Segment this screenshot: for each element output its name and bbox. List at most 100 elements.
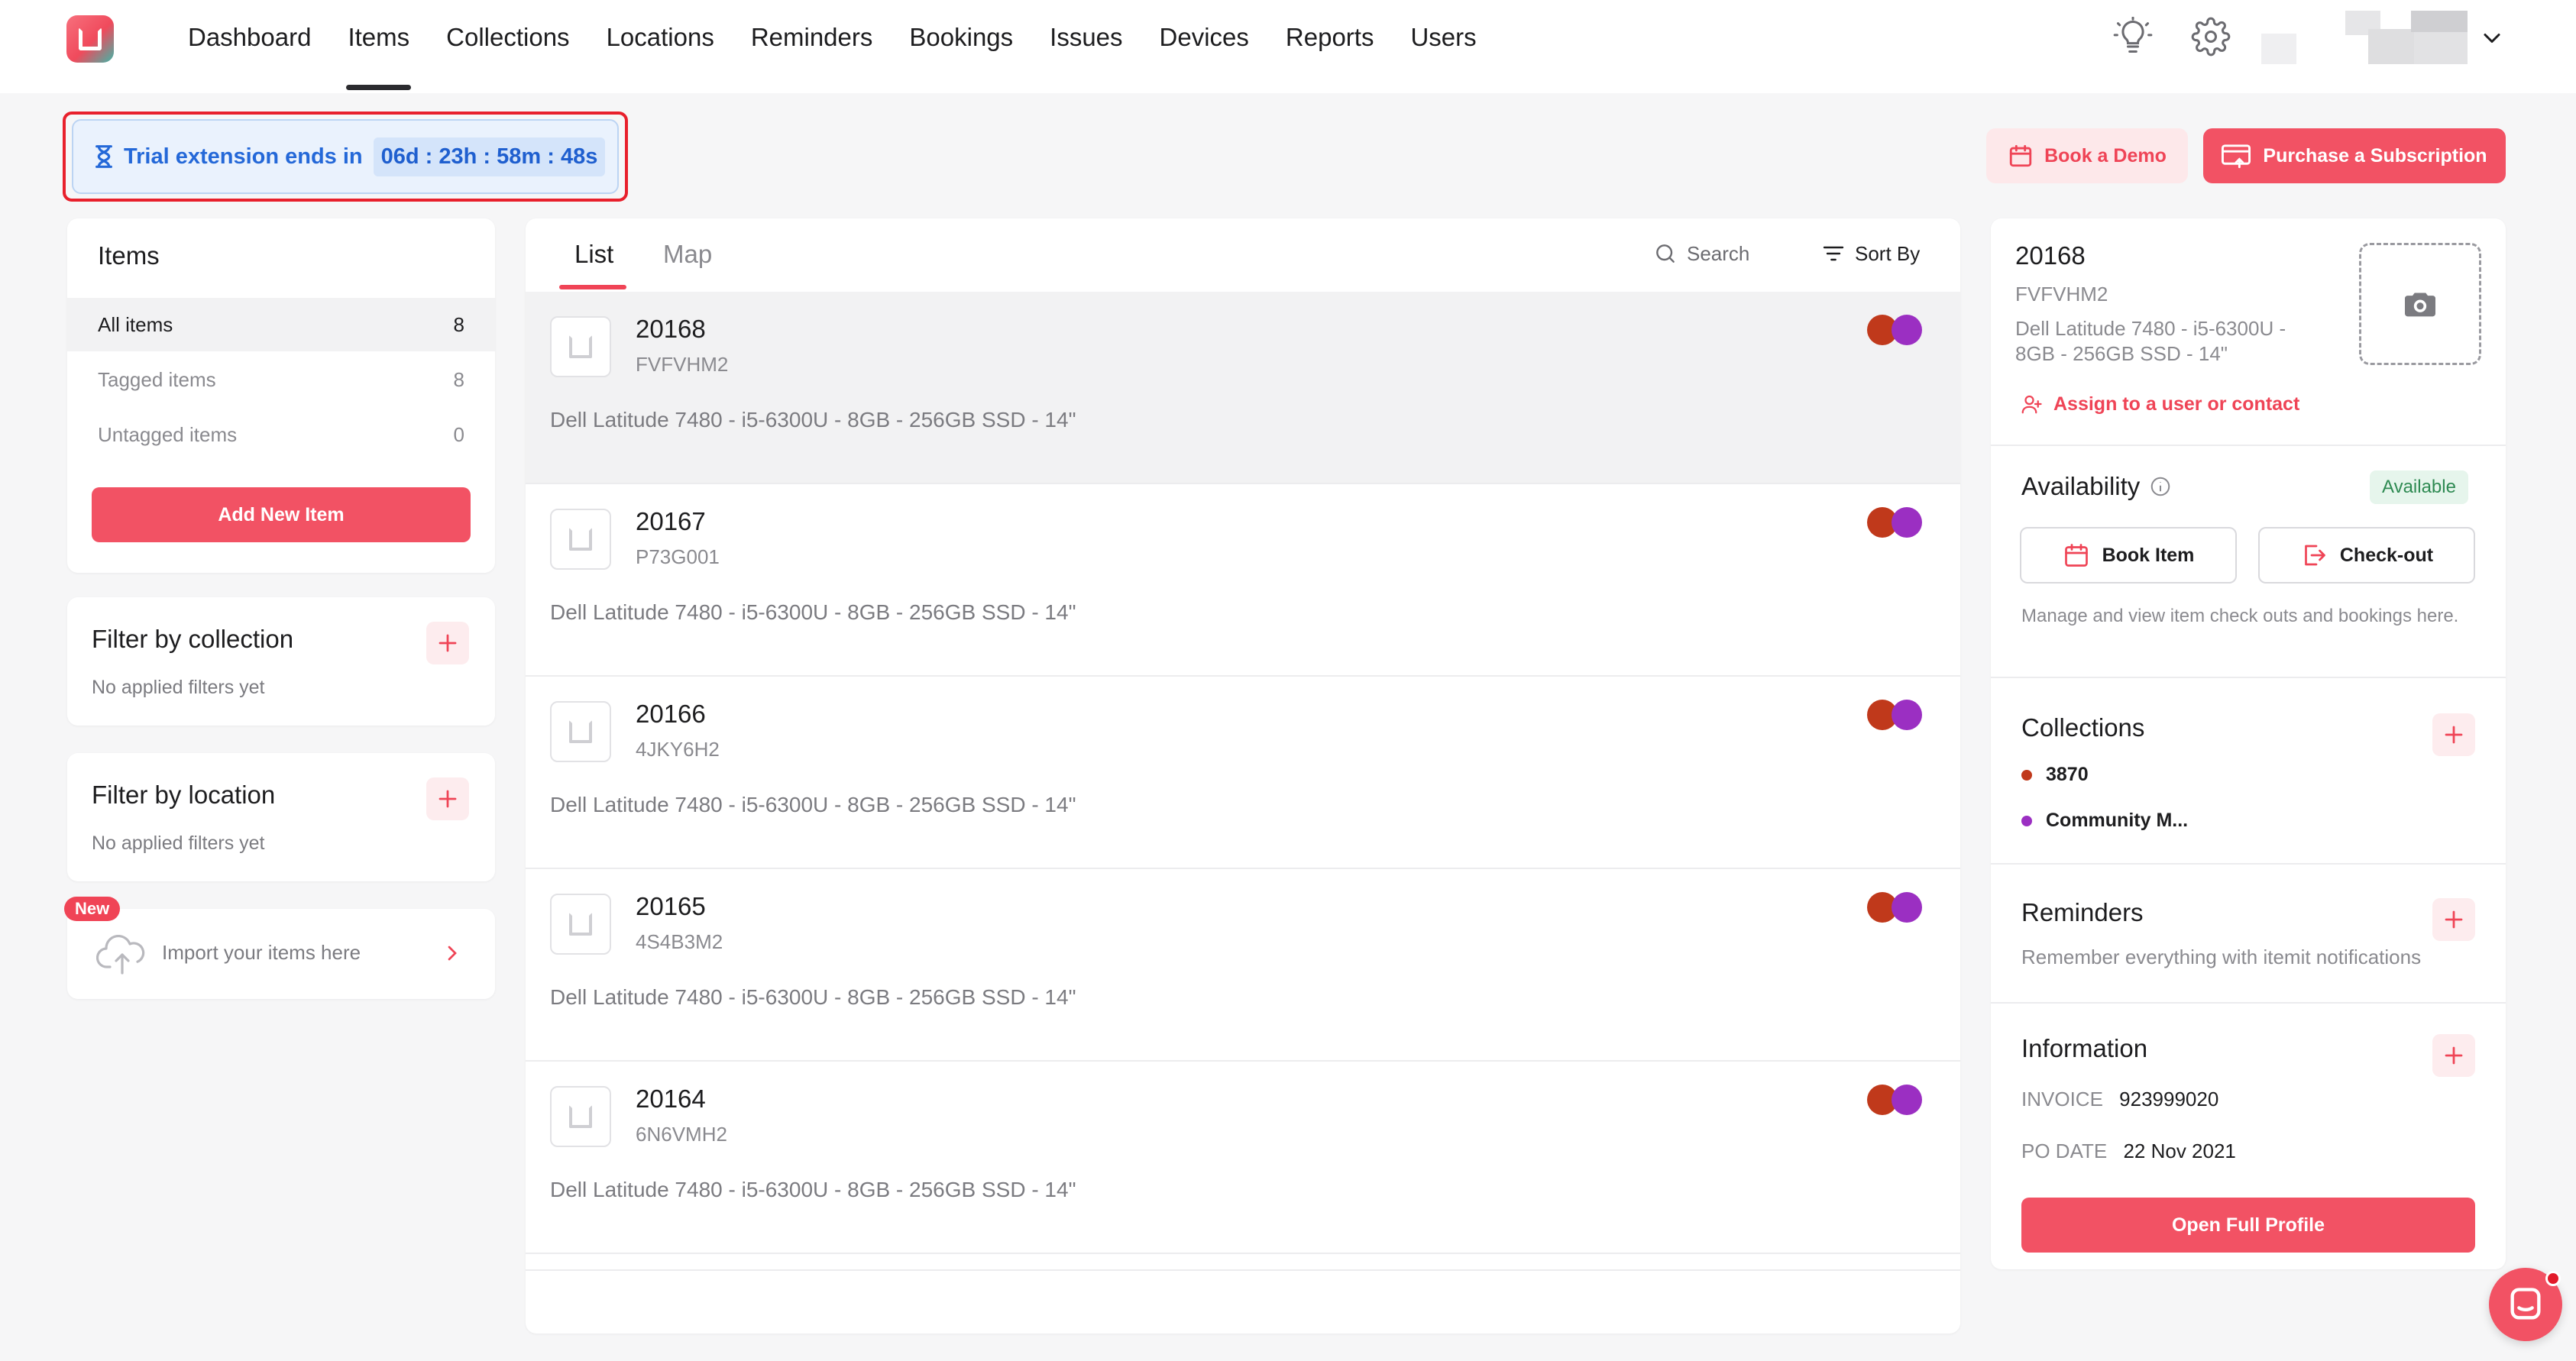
item-serial: FVFVHM2 [636,353,729,376]
chevron-down-icon[interactable] [2478,24,2506,52]
item-thumbnail [550,316,611,377]
filter-by-location-card: Filter by location No applied filters ye… [67,753,495,881]
collection-dots [1867,315,1922,345]
check-out-button[interactable]: Check-out [2258,527,2475,584]
item-serial: 4JKY6H2 [636,738,720,761]
nav-devices[interactable]: Devices [1141,0,1267,75]
plus-icon [2445,726,2463,744]
info-value: 923999020 [2119,1088,2219,1110]
info-row-po-date: PO DATE 22 Nov 2021 [2021,1140,2236,1163]
book-item-button[interactable]: Book Item [2020,527,2237,584]
add-collection-filter-button[interactable] [426,622,469,664]
item-description: Dell Latitude 7480 - i5-6300U - 8GB - 25… [550,600,1076,624]
nav-collections[interactable]: Collections [428,0,587,75]
item-id: 20164 [636,1085,706,1113]
section-divider [1991,863,2506,865]
calendar-icon [2063,541,2090,569]
view-tabs: List Map Search Sort By [526,218,1960,292]
item-description: Dell Latitude 7480 - i5-6300U - 8GB - 25… [550,408,1076,432]
nav-items[interactable]: Items [329,0,428,90]
row-count: 8 [453,312,464,336]
list-item[interactable]: 20167 P73G001 Dell Latitude 7480 - i5-63… [526,484,1960,677]
collection-dots [1867,1085,1922,1115]
list-item[interactable]: 20166 4JKY6H2 Dell Latitude 7480 - i5-63… [526,677,1960,869]
collection-name: Community M... [2046,810,2189,831]
lightbulb-icon[interactable] [2113,17,2153,57]
detail-serial: FVFVHM2 [2015,283,2108,305]
filter-collection-status: No applied filters yet [92,677,265,698]
assign-user-link[interactable]: Assign to a user or contact [2020,393,2299,415]
add-photo-button[interactable] [2359,243,2481,365]
add-new-item-button[interactable]: Add New Item [92,487,471,542]
info-label: INVOICE [2021,1088,2103,1110]
app-logo[interactable] [66,15,114,63]
tagged-items-filter[interactable]: Tagged items 8 [67,353,495,406]
nav-reports[interactable]: Reports [1267,0,1393,75]
plus-icon [2445,910,2463,929]
trial-banner: Trial extension ends in 06d : 23h : 58m … [72,119,619,194]
row-label: All items [98,312,173,336]
nav-bookings[interactable]: Bookings [891,0,1031,75]
nav-locations[interactable]: Locations [588,0,733,75]
add-information-button[interactable] [2432,1034,2475,1077]
collection-dots [1867,892,1922,923]
list-item[interactable]: 20165 4S4B3M2 Dell Latitude 7480 - i5-63… [526,869,1960,1062]
import-items-card[interactable]: Import your items here [67,909,495,999]
sort-by-button[interactable]: Sort By [1821,241,1920,266]
reminders-title: Reminders [2021,898,2144,926]
list-item[interactable]: 20164 6N6VMH2 Dell Latitude 7480 - i5-63… [526,1062,1960,1254]
filter-location-status: No applied filters yet [92,832,265,854]
item-serial: 4S4B3M2 [636,930,723,953]
tab-list[interactable]: List [574,240,613,269]
info-label: PO DATE [2021,1140,2108,1162]
collection-tag[interactable]: 3870 [2021,764,2089,786]
row-count: 0 [453,422,464,446]
main-nav: Dashboard Items Collections Locations Re… [170,0,1495,93]
gear-icon[interactable] [2191,17,2231,57]
item-id: 20165 [636,892,706,920]
plus-icon [439,790,457,808]
check-out-label: Check-out [2339,544,2434,566]
sort-label: Sort By [1855,241,1921,265]
row-label: Untagged items [98,422,238,446]
nav-issues[interactable]: Issues [1031,0,1141,75]
plus-icon [2445,1046,2463,1065]
list-item[interactable]: 20168 FVFVHM2 Dell Latitude 7480 - i5-63… [526,292,1960,484]
item-description: Dell Latitude 7480 - i5-6300U - 8GB - 25… [550,985,1076,1009]
add-reminder-button[interactable] [2432,898,2475,941]
availability-status-badge: Available [2370,470,2468,504]
search-button[interactable]: Search [1653,241,1749,266]
row-label: Tagged items [98,367,216,391]
top-bar: Dashboard Items Collections Locations Re… [0,0,2576,93]
row-count: 8 [453,367,464,391]
nav-users[interactable]: Users [1392,0,1494,75]
book-demo-button[interactable]: Book a Demo [1986,128,2188,183]
add-location-filter-button[interactable] [426,777,469,820]
open-full-profile-button[interactable]: Open Full Profile [2021,1198,2475,1253]
purchase-subscription-button[interactable]: Purchase a Subscription [2203,128,2506,183]
item-description: Dell Latitude 7480 - i5-6300U - 8GB - 25… [550,1178,1076,1201]
tab-map[interactable]: Map [663,240,712,269]
avatar[interactable] [2261,11,2468,66]
add-collection-button[interactable] [2432,713,2475,756]
new-badge: New [64,897,121,921]
notification-dot [2545,1271,2561,1286]
all-items-filter[interactable]: All items 8 [67,298,495,351]
item-description: Dell Latitude 7480 - i5-6300U - 8GB - 25… [550,793,1076,816]
availability-title-row: Availability [2021,472,2172,501]
info-value: 22 Nov 2021 [2123,1140,2236,1162]
sort-icon [1821,241,1846,266]
info-icon[interactable] [2149,475,2172,498]
items-title: Items [98,241,160,270]
collection-dots [1867,507,1922,538]
plus-icon [439,634,457,652]
collection-color-dot [2021,815,2032,826]
import-label: Import your items here [162,941,361,964]
nav-dashboard[interactable]: Dashboard [170,0,329,75]
information-title: Information [2021,1034,2148,1062]
collection-tag[interactable]: Community M... [2021,810,2188,832]
untagged-items-filter[interactable]: Untagged items 0 [67,408,495,461]
collection-dots [1867,700,1922,730]
nav-reminders[interactable]: Reminders [733,0,892,75]
user-add-icon [2020,393,2043,415]
